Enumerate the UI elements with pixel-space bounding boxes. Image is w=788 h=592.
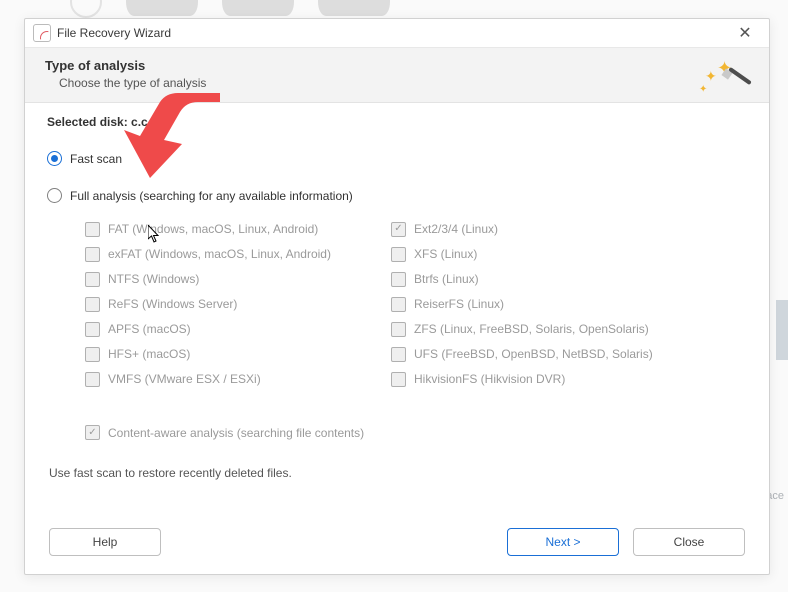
- hint-text: Use fast scan to restore recently delete…: [49, 466, 747, 480]
- radio-icon: [47, 188, 62, 203]
- radio-label: Fast scan: [70, 152, 122, 166]
- fs-label: NTFS (Windows): [108, 272, 199, 286]
- checkbox-icon: [391, 247, 406, 262]
- radio-label: Full analysis (searching for any availab…: [70, 189, 353, 203]
- app-icon: [33, 24, 51, 42]
- fs-option-btrfs[interactable]: Btrfs (Linux): [391, 271, 653, 287]
- radio-full-analysis[interactable]: Full analysis (searching for any availab…: [47, 188, 747, 203]
- checkbox-icon: [85, 222, 100, 237]
- fs-label: HikvisionFS (Hikvision DVR): [414, 372, 565, 386]
- background-stripe: [776, 300, 788, 360]
- checkbox-icon: [391, 272, 406, 287]
- radio-icon: [47, 151, 62, 166]
- filesystem-options: FAT (Windows, macOS, Linux, Android) exF…: [85, 213, 747, 387]
- fs-label: UFS (FreeBSD, OpenBSD, NetBSD, Solaris): [414, 347, 653, 361]
- fs-label: ZFS (Linux, FreeBSD, Solaris, OpenSolari…: [414, 322, 649, 336]
- disk-icon: [126, 0, 198, 16]
- fs-option-ufs[interactable]: UFS (FreeBSD, OpenBSD, NetBSD, Solaris): [391, 346, 653, 362]
- titlebar: File Recovery Wizard ✕: [25, 19, 769, 47]
- fs-option-ext[interactable]: Ext2/3/4 (Linux): [391, 221, 653, 237]
- checkbox-icon: [85, 347, 100, 362]
- checkbox-icon: [391, 222, 406, 237]
- window-title: File Recovery Wizard: [57, 26, 171, 40]
- next-button[interactable]: Next >: [507, 528, 619, 556]
- fs-option-fat[interactable]: FAT (Windows, macOS, Linux, Android): [85, 221, 331, 237]
- wizard-wand-icon: ✦ ✦ ✦: [699, 54, 753, 98]
- checkbox-icon: [85, 247, 100, 262]
- fs-option-apfs[interactable]: APFS (macOS): [85, 321, 331, 337]
- fs-label: ReFS (Windows Server): [108, 297, 237, 311]
- fs-option-xfs[interactable]: XFS (Linux): [391, 246, 653, 262]
- help-button[interactable]: Help: [49, 528, 161, 556]
- fs-option-reiserfs[interactable]: ReiserFS (Linux): [391, 296, 653, 312]
- fs-option-hikvisionfs[interactable]: HikvisionFS (Hikvision DVR): [391, 371, 653, 387]
- content-aware-label: Content-aware analysis (searching file c…: [108, 426, 364, 440]
- disk-icon: [70, 0, 102, 18]
- fs-option-exfat[interactable]: exFAT (Windows, macOS, Linux, Android): [85, 246, 331, 262]
- fs-label: VMFS (VMware ESX / ESXi): [108, 372, 261, 386]
- checkbox-icon: [85, 372, 100, 387]
- disk-icon: [222, 0, 294, 16]
- wizard-body: Selected disk: c.c (c) Fast scan Full an…: [25, 103, 769, 514]
- fs-label: Ext2/3/4 (Linux): [414, 222, 498, 236]
- fs-option-refs[interactable]: ReFS (Windows Server): [85, 296, 331, 312]
- wizard-footer: Help Next > Close: [25, 514, 769, 574]
- fs-label: ReiserFS (Linux): [414, 297, 504, 311]
- fs-label: Btrfs (Linux): [414, 272, 479, 286]
- checkbox-icon: [391, 322, 406, 337]
- wizard-header: Type of analysis Choose the type of anal…: [25, 47, 769, 103]
- fs-label: HFS+ (macOS): [108, 347, 190, 361]
- radio-fast-scan[interactable]: Fast scan: [47, 151, 747, 166]
- fs-label: exFAT (Windows, macOS, Linux, Android): [108, 247, 331, 261]
- checkbox-icon: [391, 372, 406, 387]
- fs-option-zfs[interactable]: ZFS (Linux, FreeBSD, Solaris, OpenSolari…: [391, 321, 653, 337]
- checkbox-icon: [85, 322, 100, 337]
- fs-option-ntfs[interactable]: NTFS (Windows): [85, 271, 331, 287]
- page-subtitle: Choose the type of analysis: [59, 76, 749, 90]
- fs-column-right: Ext2/3/4 (Linux) XFS (Linux) Btrfs (Linu…: [391, 213, 653, 387]
- checkbox-icon: [391, 347, 406, 362]
- fs-option-vmfs[interactable]: VMFS (VMware ESX / ESXi): [85, 371, 331, 387]
- fs-option-hfsplus[interactable]: HFS+ (macOS): [85, 346, 331, 362]
- checkbox-icon: [85, 425, 100, 440]
- checkbox-icon: [85, 272, 100, 287]
- fs-column-left: FAT (Windows, macOS, Linux, Android) exF…: [85, 213, 331, 387]
- checkbox-content-aware[interactable]: Content-aware analysis (searching file c…: [85, 425, 747, 440]
- close-button[interactable]: Close: [633, 528, 745, 556]
- checkbox-icon: [85, 297, 100, 312]
- close-icon[interactable]: ✕: [731, 21, 759, 45]
- selected-disk-label: Selected disk: c.c (c): [47, 115, 747, 129]
- checkbox-icon: [391, 297, 406, 312]
- fs-label: FAT (Windows, macOS, Linux, Android): [108, 222, 318, 236]
- fs-label: XFS (Linux): [414, 247, 477, 261]
- page-title: Type of analysis: [45, 58, 749, 73]
- fs-label: APFS (macOS): [108, 322, 191, 336]
- disk-icon: [318, 0, 390, 16]
- wizard-dialog: File Recovery Wizard ✕ Type of analysis …: [24, 18, 770, 575]
